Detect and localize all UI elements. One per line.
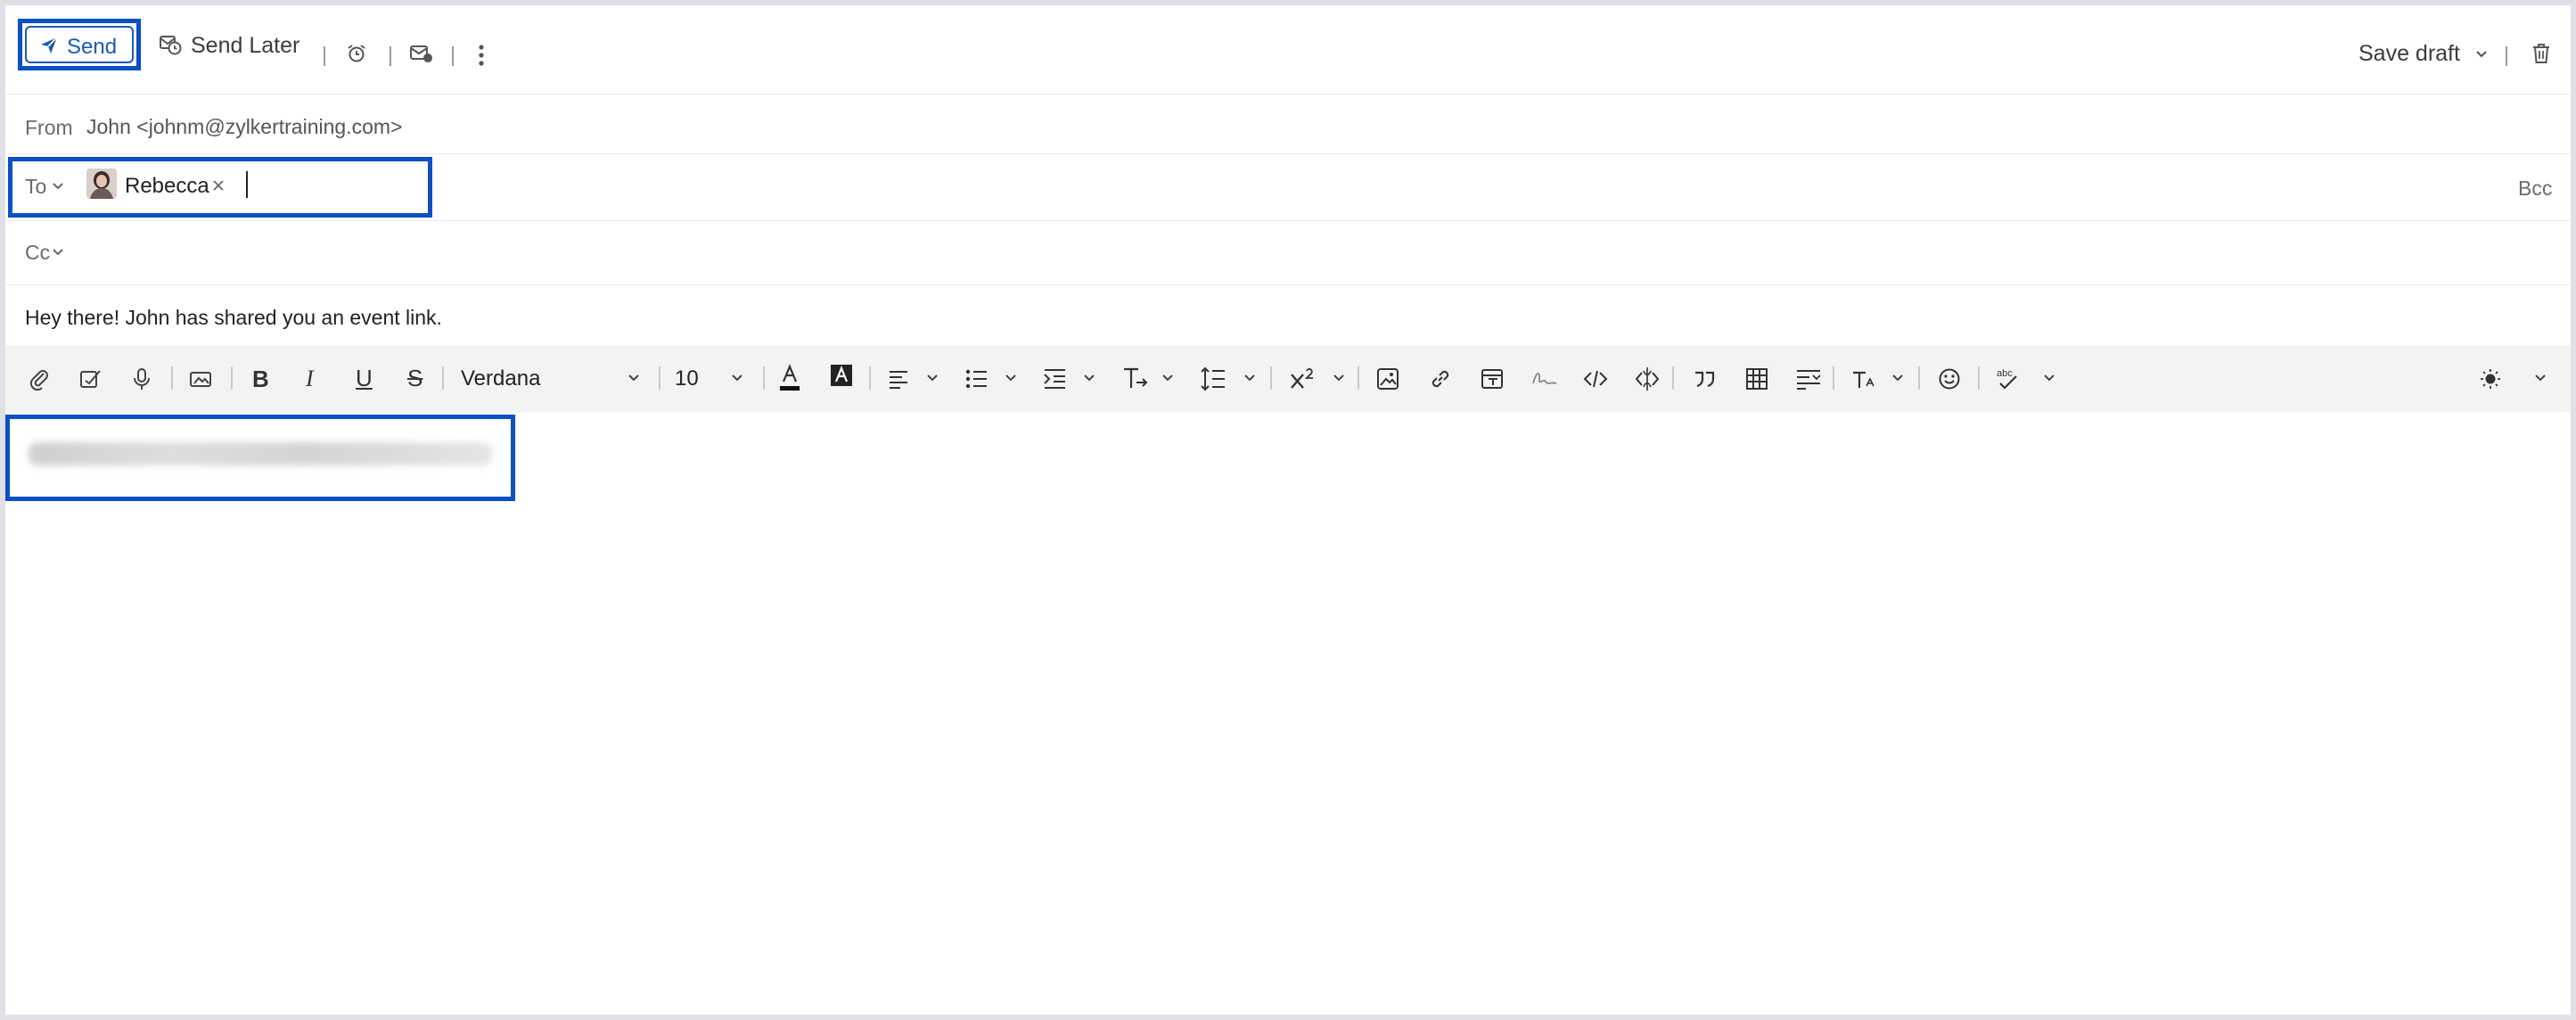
quote-icon[interactable] <box>1693 369 1716 389</box>
save-draft-button[interactable]: Save draft <box>2359 41 2460 67</box>
link-icon[interactable] <box>1429 367 1452 391</box>
divider <box>171 366 173 390</box>
divider <box>452 46 454 66</box>
send-later-label: Send Later <box>191 33 300 58</box>
cc-dropdown[interactable]: Cc <box>25 241 75 267</box>
formatting-toolbar: B I U S Verdana 10 abc <box>5 346 2571 412</box>
table-icon[interactable] <box>1745 367 1768 391</box>
theme-icon[interactable] <box>2480 367 2505 391</box>
italic-icon[interactable]: I <box>306 366 314 392</box>
signature-icon[interactable] <box>78 367 102 391</box>
divider <box>5 94 2571 95</box>
chevron-down-icon[interactable] <box>1332 373 1346 385</box>
svg-text:abc: abc <box>1997 368 2013 379</box>
line-spacing-icon[interactable] <box>1200 366 1226 392</box>
save-draft-chevron-icon[interactable] <box>2474 48 2489 61</box>
emoji-icon[interactable] <box>1938 367 1961 391</box>
divider <box>763 366 765 390</box>
delete-icon[interactable] <box>2531 42 2551 65</box>
divider <box>442 366 444 390</box>
from-label: From <box>25 116 73 139</box>
divider <box>1833 366 1834 390</box>
clear-format-icon[interactable] <box>1121 366 1148 392</box>
align-icon[interactable] <box>888 368 911 390</box>
divider <box>1358 366 1359 390</box>
chevron-down-icon[interactable] <box>1891 373 1905 385</box>
subject-field[interactable]: Hey there! John has shared you an event … <box>25 306 442 330</box>
chevron-down-icon[interactable] <box>1243 373 1257 385</box>
spellcheck-icon[interactable]: abc <box>1995 366 2022 392</box>
send-highlight <box>18 19 141 70</box>
chevron-down-icon[interactable] <box>1161 373 1175 385</box>
divider <box>5 153 2571 154</box>
divider <box>1672 366 1674 390</box>
bcc-toggle[interactable]: Bcc <box>2518 177 2552 201</box>
divider <box>1918 366 1920 390</box>
reminder-icon[interactable] <box>346 43 367 64</box>
divider <box>390 46 391 66</box>
message-body[interactable] <box>5 412 2571 1015</box>
font-family-dropdown[interactable]: Verdana <box>455 360 652 396</box>
divider <box>5 220 2571 221</box>
font-color-icon[interactable] <box>778 364 801 392</box>
microphone-icon[interactable] <box>132 366 152 391</box>
superscript-icon[interactable] <box>1289 366 1317 392</box>
divider <box>324 46 325 66</box>
attach-icon[interactable] <box>29 367 50 391</box>
chevron-down-icon[interactable] <box>1082 373 1096 385</box>
html-icon[interactable] <box>1635 366 1660 392</box>
handwriting-icon[interactable] <box>1531 369 1558 391</box>
image-icon[interactable] <box>1376 367 1399 391</box>
divider <box>231 366 233 390</box>
compose-window: Send Send Later Save draft From John <jo… <box>5 5 2571 1015</box>
template-icon[interactable] <box>1481 367 1504 391</box>
chevron-down-icon <box>732 374 742 382</box>
underline-icon[interactable]: U <box>356 365 373 392</box>
cc-label: Cc <box>25 241 51 264</box>
indent-icon[interactable] <box>1043 367 1068 391</box>
chevron-down-icon <box>628 374 639 382</box>
strikethrough-icon[interactable]: S <box>407 365 422 392</box>
bold-icon[interactable]: B <box>252 366 269 393</box>
chevron-down-icon[interactable] <box>925 373 939 385</box>
highlight-icon[interactable] <box>830 364 853 389</box>
chevron-down-icon[interactable] <box>1004 373 1018 385</box>
divider <box>659 366 660 390</box>
bullet-list-icon[interactable] <box>964 367 989 391</box>
divider <box>5 284 2571 285</box>
font-size-dropdown[interactable]: 10 <box>668 360 757 396</box>
divider <box>1978 366 1980 390</box>
divider <box>2506 46 2507 66</box>
more-icon[interactable] <box>478 44 485 67</box>
code-icon[interactable] <box>1583 368 1608 390</box>
chevron-down-icon <box>53 249 63 256</box>
send-later-icon <box>160 36 182 55</box>
event-link-highlight <box>5 415 515 501</box>
from-value[interactable]: John <johnm@zylkertraining.com> <box>86 115 402 139</box>
font-size-value: 10 <box>675 366 699 391</box>
to-highlight <box>8 157 432 218</box>
font-family-value: Verdana <box>461 366 541 391</box>
text-case-icon[interactable] <box>1850 366 1877 392</box>
send-later-button[interactable]: Send Later <box>159 32 310 59</box>
chevron-down-icon[interactable] <box>2533 373 2547 385</box>
divider <box>1270 366 1272 390</box>
divider <box>869 366 871 390</box>
read-receipt-icon[interactable] <box>409 43 434 64</box>
insert-image-icon[interactable] <box>188 368 213 390</box>
text-direction-icon[interactable] <box>1795 367 1822 391</box>
chevron-down-icon[interactable] <box>2042 373 2056 385</box>
